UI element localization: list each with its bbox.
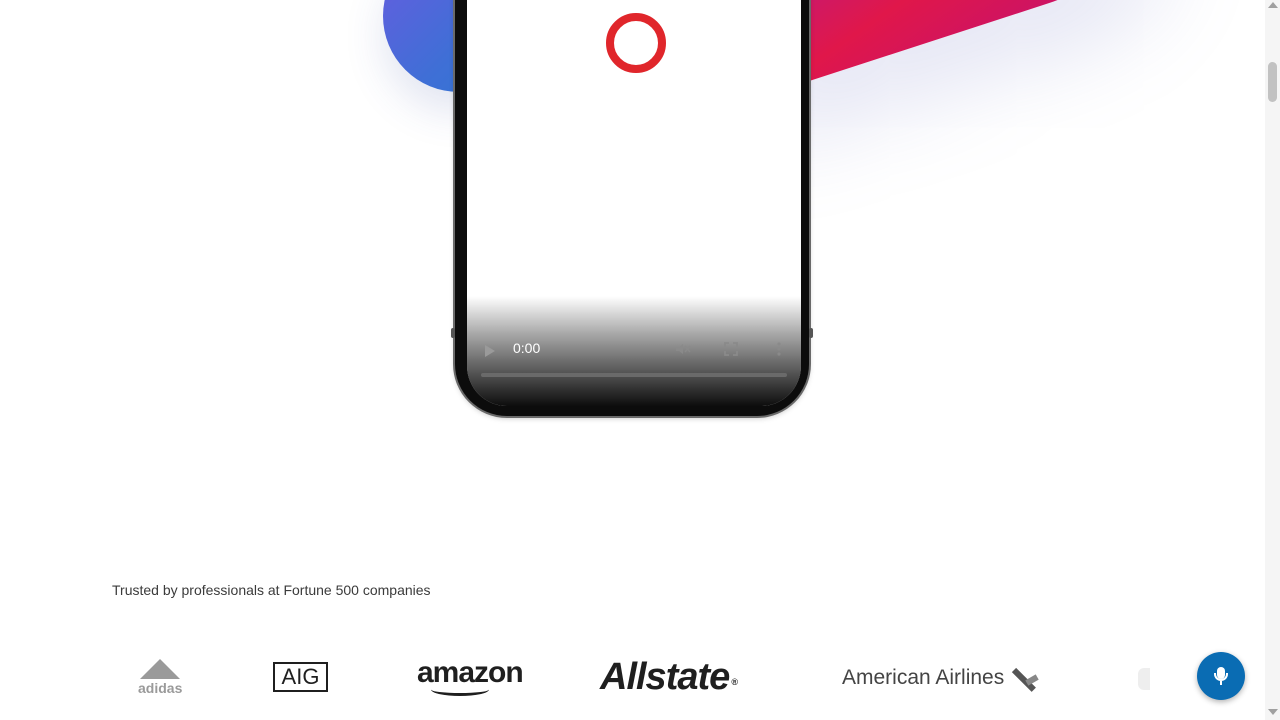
logo-aig: AIG <box>273 662 328 692</box>
registered-mark-icon: ® <box>731 677 738 687</box>
phone-side-button <box>451 328 455 338</box>
video-time: 0:00 <box>513 340 541 356</box>
logo-adidas: adidas <box>138 640 182 715</box>
scrollbar-thumb[interactable] <box>1268 62 1277 102</box>
logo-american-airlines-text: American Airlines <box>842 665 1005 689</box>
logo-amazon: amazon <box>417 640 524 715</box>
scroll-up-icon[interactable] <box>1268 2 1278 8</box>
fullscreen-icon[interactable] <box>722 340 740 358</box>
logo-adidas-text: adidas <box>138 680 183 696</box>
play-icon[interactable] <box>485 345 495 357</box>
video-progress-bar[interactable] <box>481 373 787 377</box>
adidas-mark-icon <box>140 659 181 679</box>
phone-side-button <box>809 328 813 338</box>
volume-muted-icon[interactable] <box>674 340 692 358</box>
logo-aig-text: AIG <box>281 664 320 689</box>
logo-partial <box>1138 668 1150 690</box>
video-controls: 0:00 <box>467 296 801 406</box>
trusted-by-text: Trusted by professionals at Fortune 500 … <box>112 582 431 598</box>
page-scrollbar[interactable] <box>1265 0 1280 720</box>
logo-allstate: Allstate ® <box>600 640 738 715</box>
voice-assistant-button[interactable] <box>1197 652 1245 700</box>
amazon-smile-icon <box>431 683 489 696</box>
hero-section: 0:00 <box>0 0 1265 480</box>
american-airlines-eagle-icon <box>1010 663 1040 693</box>
company-logos-strip: adidas AIG amazon Allstate ® American Ai… <box>0 640 1265 720</box>
loading-ring-icon <box>606 13 666 73</box>
more-vertical-icon[interactable] <box>770 340 788 358</box>
scroll-down-icon[interactable] <box>1268 709 1278 715</box>
logo-american-airlines: American Airlines <box>842 640 1040 715</box>
video-player[interactable]: 0:00 <box>467 0 801 406</box>
logo-allstate-text: Allstate <box>600 656 730 698</box>
phone-mockup: 0:00 <box>451 0 813 416</box>
